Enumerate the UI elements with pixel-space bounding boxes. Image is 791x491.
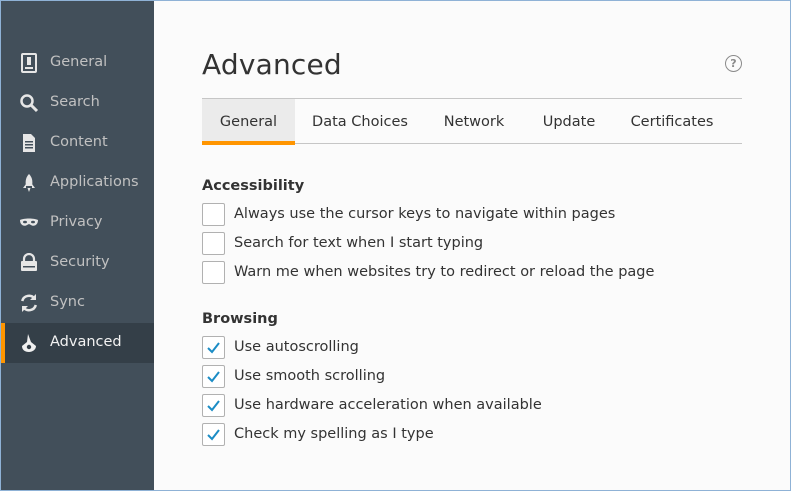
option-label: Use hardware acceleration when available [234,397,542,413]
help-icon[interactable]: ? [725,55,742,72]
option-warn-redirect[interactable]: Warn me when websites try to redirect or… [202,260,654,284]
sidebar-item-privacy[interactable]: Privacy [1,203,154,243]
option-label: Use smooth scrolling [234,368,386,384]
checkbox[interactable] [202,231,225,255]
privacy-icon [18,213,40,233]
sync-icon [18,293,40,313]
sidebar-item-label: Privacy [50,214,103,230]
tab-update[interactable]: Update [533,99,605,144]
option-smooth-scrolling[interactable]: Use smooth scrolling [202,364,385,388]
option-label: Warn me when websites try to redirect or… [234,264,655,280]
general-icon [18,53,40,73]
option-label: Check my spelling as I type [234,426,434,442]
sidebar-item-label: General [50,54,108,70]
checkbox-checked[interactable] [202,422,225,446]
tab-data-choices[interactable]: Data Choices [305,99,415,144]
sidebar-item-label: Advanced [50,334,122,350]
section-title-browsing: Browsing [202,311,278,327]
applications-icon [18,173,40,193]
sidebar-item-applications[interactable]: Applications [1,163,154,203]
checkbox-checked[interactable] [202,393,225,417]
sidebar-item-general[interactable]: General [1,43,154,83]
sidebar-item-sync[interactable]: Sync [1,283,154,323]
tab-general[interactable]: General [202,99,295,145]
option-cursor-keys[interactable]: Always use the cursor keys to navigate w… [202,202,615,226]
checkbox[interactable] [202,260,225,284]
security-icon [18,253,40,273]
checkbox-checked[interactable] [202,364,225,388]
section-title-accessibility: Accessibility [202,178,305,194]
checkbox[interactable] [202,202,225,226]
sidebar-item-label: Content [50,134,108,150]
tab-bar: General Data Choices Network Update Cert… [202,98,742,145]
sidebar-item-advanced[interactable]: Advanced [1,323,154,363]
option-search-typing[interactable]: Search for text when I start typing [202,231,483,255]
preferences-window: General Search Content Applications Priv… [0,0,791,491]
sidebar: General Search Content Applications Priv… [1,1,154,490]
tab-certificates[interactable]: Certificates [625,99,719,144]
checkmark-icon [207,341,220,354]
search-icon [18,93,40,113]
option-hardware-acceleration[interactable]: Use hardware acceleration when available [202,393,542,417]
sidebar-item-label: Sync [50,294,85,310]
tab-network[interactable]: Network [435,99,513,144]
checkmark-icon [207,428,220,441]
option-label: Search for text when I start typing [234,235,484,251]
content-icon [18,133,40,153]
sidebar-item-label: Security [50,254,110,270]
checkmark-icon [207,399,220,412]
sidebar-item-label: Applications [50,174,139,190]
page-title: Advanced [202,48,342,81]
checkmark-icon [207,370,220,383]
sidebar-item-content[interactable]: Content [1,123,154,163]
option-label: Use autoscrolling [234,339,359,355]
sidebar-item-label: Search [50,94,100,110]
checkbox-checked[interactable] [202,335,225,359]
sidebar-item-search[interactable]: Search [1,83,154,123]
sidebar-item-security[interactable]: Security [1,243,154,283]
option-check-spelling[interactable]: Check my spelling as I type [202,422,434,446]
option-label: Always use the cursor keys to navigate w… [234,206,616,222]
option-autoscrolling[interactable]: Use autoscrolling [202,335,359,359]
advanced-icon [18,333,40,353]
